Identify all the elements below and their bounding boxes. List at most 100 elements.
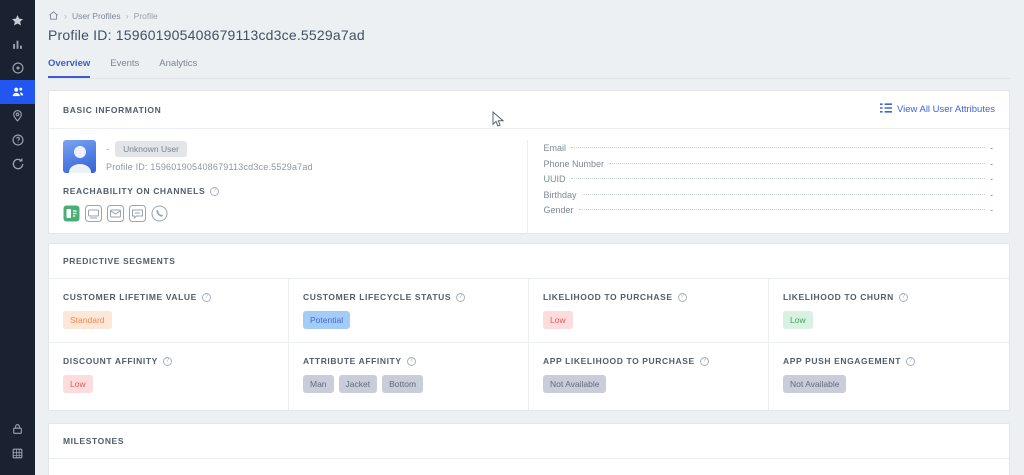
segment-cell: DISCOUNT AFFINITY Low [49, 343, 289, 410]
sidebar-item-favorites[interactable] [0, 8, 35, 32]
field-label: UUID [544, 174, 566, 184]
target-icon [11, 61, 25, 75]
segment-badge: Potential [303, 311, 350, 329]
tab-analytics[interactable]: Analytics [159, 58, 197, 78]
help-icon[interactable] [163, 357, 172, 366]
page-title: Profile ID: 159601905408679113cd3ce.5529… [48, 27, 1010, 43]
sidebar [0, 0, 35, 475]
breadcrumb: › User Profiles › Profile [48, 10, 1010, 21]
refresh-icon [11, 157, 25, 171]
sidebar-item-boards[interactable] [0, 56, 35, 80]
segment-label: CUSTOMER LIFECYCLE STATUS [303, 292, 451, 302]
segment-label: DISCOUNT AFFINITY [63, 356, 158, 366]
profile-field-row: Phone Number - [544, 159, 994, 175]
view-all-user-attributes-link[interactable]: View All User Attributes [880, 103, 995, 116]
help-icon[interactable] [210, 187, 219, 196]
segment-label: LIKELIHOOD TO PURCHASE [543, 292, 673, 302]
breadcrumb-separator-icon: › [64, 11, 67, 21]
segment-label: APP PUSH ENGAGEMENT [783, 356, 901, 366]
help-icon[interactable] [700, 357, 709, 366]
segment-badges: Low [543, 311, 754, 329]
help-icon[interactable] [456, 293, 465, 302]
segment-badge: Not Available [543, 375, 606, 393]
segment-badge: Bottom [382, 375, 423, 393]
sidebar-item-analytics[interactable] [0, 32, 35, 56]
field-value: - [990, 159, 993, 169]
star-icon [11, 14, 24, 27]
segment-badges: Low [783, 311, 995, 329]
profile-field-row: UUID - [544, 174, 994, 190]
segment-label: ATTRIBUTE AFFINITY [303, 356, 402, 366]
tab-events[interactable]: Events [110, 58, 139, 78]
segment-badge: Jacket [339, 375, 378, 393]
segment-cell: LIKELIHOOD TO PURCHASE Low [529, 279, 769, 342]
field-label: Gender [544, 205, 574, 215]
segment-label: CUSTOMER LIFETIME VALUE [63, 292, 197, 302]
profile-field-row: Email - [544, 143, 994, 159]
avatar [63, 140, 96, 173]
dotted-leader [579, 209, 985, 210]
segment-badges: Low [63, 375, 274, 393]
lock-icon [11, 422, 24, 436]
sms-channel-icon[interactable] [129, 205, 146, 222]
profile-field-row: Gender - [544, 205, 994, 221]
apps-grid-icon [11, 447, 24, 460]
segment-badge: Not Available [783, 375, 846, 393]
segment-badge: Low [543, 311, 573, 329]
segment-badges: Man JacketBottom [303, 375, 514, 393]
help-icon[interactable] [202, 293, 211, 302]
web-push-channel-icon[interactable] [85, 205, 102, 222]
breadcrumb-user-profiles[interactable]: User Profiles [72, 11, 121, 21]
reachability-title: REACHABILITY ON CHANNELS [63, 186, 205, 196]
help-icon[interactable] [678, 293, 687, 302]
segment-badge: Man [303, 375, 334, 393]
home-icon[interactable] [48, 10, 59, 21]
main-content: › User Profiles › Profile Profile ID: 15… [35, 0, 1024, 475]
field-value: - [990, 174, 993, 184]
mobile-push-channel-icon[interactable] [63, 205, 80, 222]
field-value: - [990, 205, 993, 215]
field-value: - [990, 143, 993, 153]
predictive-segments-title: PREDICTIVE SEGMENTS [63, 256, 175, 266]
dotted-leader [571, 178, 986, 179]
email-channel-icon[interactable] [107, 205, 124, 222]
help-icon[interactable] [906, 357, 915, 366]
segment-cell: ATTRIBUTE AFFINITY Man JacketBottom [289, 343, 529, 410]
help-icon[interactable] [899, 293, 908, 302]
segment-badge: Standard [63, 311, 112, 329]
users-icon [11, 85, 25, 99]
sidebar-item-sync[interactable] [0, 152, 35, 176]
segment-badges: Not Available [543, 375, 754, 393]
list-icon [880, 103, 892, 116]
profile-field-row: Birthday - [544, 190, 994, 206]
segment-badge: Low [63, 375, 93, 393]
predictive-segments-card: PREDICTIVE SEGMENTS CUSTOMER LIFETIME VA… [48, 243, 1010, 411]
field-value: - [990, 190, 993, 200]
sidebar-item-user-profiles[interactable] [0, 80, 35, 104]
tab-bar: Overview Events Analytics [48, 58, 1010, 79]
sidebar-item-security[interactable] [0, 417, 35, 441]
segment-badge: Low [783, 311, 813, 329]
field-label: Phone Number [544, 159, 605, 169]
sidebar-item-apps[interactable] [0, 441, 35, 465]
predictive-segments-row-2: DISCOUNT AFFINITY Low ATTRIBUTE AFFINITY… [49, 343, 1009, 410]
segment-cell: APP LIKELIHOOD TO PURCHASE Not Available [529, 343, 769, 410]
segment-cell: LIKELIHOOD TO CHURN Low [769, 279, 1009, 342]
sidebar-item-geo[interactable] [0, 104, 35, 128]
whatsapp-channel-icon[interactable] [151, 205, 168, 222]
bar-chart-icon [11, 38, 24, 51]
sidebar-item-help[interactable] [0, 128, 35, 152]
breadcrumb-separator-icon: › [126, 11, 129, 21]
segment-cell: CUSTOMER LIFECYCLE STATUS Potential [289, 279, 529, 342]
user-name-placeholder: - [106, 144, 109, 155]
tab-overview[interactable]: Overview [48, 58, 90, 78]
profile-fields: Email - Phone Number - UUID - Birthday -… [527, 140, 996, 235]
segment-cell: CUSTOMER LIFETIME VALUE Standard [49, 279, 289, 342]
profile-id-text: Profile ID: 159601905408679113cd3ce.5529… [106, 162, 313, 172]
segment-cell: APP PUSH ENGAGEMENT Not Available [769, 343, 1009, 410]
help-icon[interactable] [407, 357, 416, 366]
field-label: Birthday [544, 190, 577, 200]
dotted-leader [571, 147, 985, 148]
segment-label: LIKELIHOOD TO CHURN [783, 292, 894, 302]
channel-icons-row [63, 205, 513, 222]
